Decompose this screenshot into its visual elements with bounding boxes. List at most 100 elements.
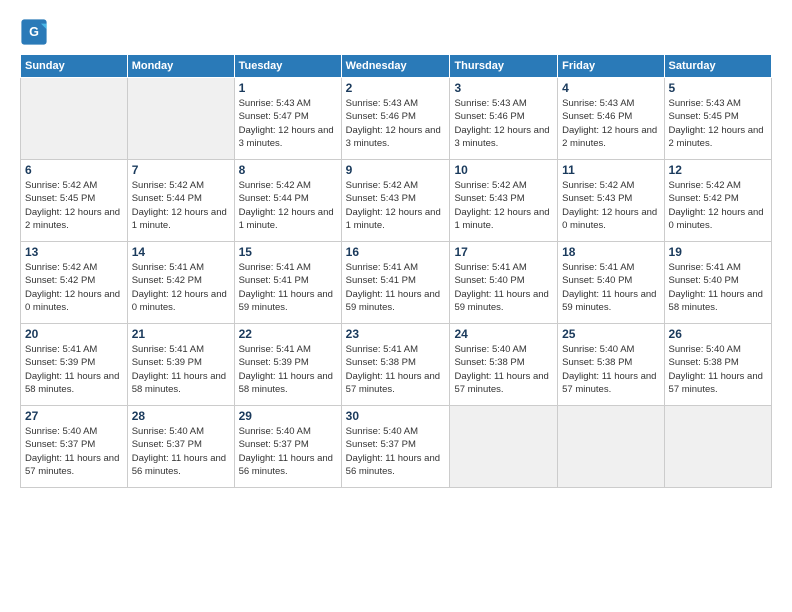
day-info: Sunrise: 5:43 AM Sunset: 5:46 PM Dayligh… — [562, 97, 659, 150]
day-info: Sunrise: 5:40 AM Sunset: 5:38 PM Dayligh… — [562, 343, 659, 396]
calendar-cell: 28Sunrise: 5:40 AM Sunset: 5:37 PM Dayli… — [127, 406, 234, 488]
day-info: Sunrise: 5:40 AM Sunset: 5:37 PM Dayligh… — [25, 425, 123, 478]
calendar-cell: 19 Sunrise: 5:41 AM Sunset: 5:40 PM Dayli… — [664, 242, 771, 324]
day-number: 19 — [669, 245, 767, 259]
weekday-header-sunday: Sunday — [21, 55, 128, 78]
day-number: 12 — [669, 163, 767, 177]
calendar-cell — [558, 406, 664, 488]
day-number: 26 — [669, 327, 767, 341]
day-info: Sunrise: 5:42 AM Sunset: 5:43 PM Dayligh… — [454, 179, 553, 232]
day-number: 24 — [454, 327, 553, 341]
day-number: 5 — [669, 81, 767, 95]
day-info: Sunrise: 5:42 AM Sunset: 5:44 PM Dayligh… — [132, 179, 230, 232]
day-number: 22 — [239, 327, 337, 341]
day-number: 4 — [562, 81, 659, 95]
day-number: 29 — [239, 409, 337, 423]
day-number: 30 — [346, 409, 446, 423]
day-info: Sunrise: 5:43 AM Sunset: 5:46 PM Dayligh… — [346, 97, 446, 150]
day-number: 8 — [239, 163, 337, 177]
day-info: Sunrise: 5:40 AM Sunset: 5:37 PM Dayligh… — [132, 425, 230, 478]
calendar-cell: 5 Sunrise: 5:43 AM Sunset: 5:45 PM Daylig… — [664, 78, 771, 160]
calendar-cell: 27 Sunrise: 5:40 AM Sunset: 5:37 PM Dayli… — [21, 406, 128, 488]
calendar-cell: 8 Sunrise: 5:42 AM Sunset: 5:44 PM Daylig… — [234, 160, 341, 242]
logo-icon: G — [20, 18, 48, 46]
calendar-cell: 17 Sunrise: 5:41 AM Sunset: 5:40 PM Dayli… — [450, 242, 558, 324]
calendar-cell: 24 Sunrise: 5:40 AM Sunset: 5:38 PM Dayli… — [450, 324, 558, 406]
calendar-cell: 16 Sunrise: 5:41 AM Sunset: 5:41 PM Dayli… — [341, 242, 450, 324]
calendar-week-1: 1 Sunrise: 5:43 AM Sunset: 5:47 PM Daylig… — [21, 78, 772, 160]
day-number: 18 — [562, 245, 659, 259]
day-info: Sunrise: 5:41 AM Sunset: 5:41 PM Dayligh… — [239, 261, 337, 314]
day-number: 20 — [25, 327, 123, 341]
day-number: 3 — [454, 81, 553, 95]
day-info: Sunrise: 5:43 AM Sunset: 5:45 PM Dayligh… — [669, 97, 767, 150]
day-info: Sunrise: 5:42 AM Sunset: 5:43 PM Dayligh… — [562, 179, 659, 232]
calendar-cell — [450, 406, 558, 488]
calendar-week-3: 13Sunrise: 5:42 AM Sunset: 5:42 PM Dayli… — [21, 242, 772, 324]
calendar-cell: 13Sunrise: 5:42 AM Sunset: 5:42 PM Dayli… — [21, 242, 128, 324]
day-number: 21 — [132, 327, 230, 341]
calendar-cell — [127, 78, 234, 160]
day-number: 17 — [454, 245, 553, 259]
weekday-header-monday: Monday — [127, 55, 234, 78]
calendar-cell: 25 Sunrise: 5:40 AM Sunset: 5:38 PM Dayli… — [558, 324, 664, 406]
day-info: Sunrise: 5:41 AM Sunset: 5:40 PM Dayligh… — [562, 261, 659, 314]
weekday-header-row: SundayMondayTuesdayWednesdayThursdayFrid… — [21, 55, 772, 78]
day-info: Sunrise: 5:40 AM Sunset: 5:38 PM Dayligh… — [669, 343, 767, 396]
svg-text:G: G — [29, 25, 39, 39]
day-number: 14 — [132, 245, 230, 259]
calendar: SundayMondayTuesdayWednesdayThursdayFrid… — [20, 54, 772, 488]
calendar-cell: 30 Sunrise: 5:40 AM Sunset: 5:37 PM Dayli… — [341, 406, 450, 488]
calendar-cell: 6 Sunrise: 5:42 AM Sunset: 5:45 PM Daylig… — [21, 160, 128, 242]
calendar-table: SundayMondayTuesdayWednesdayThursdayFrid… — [20, 54, 772, 488]
day-number: 27 — [25, 409, 123, 423]
calendar-cell: 10 Sunrise: 5:42 AM Sunset: 5:43 PM Dayli… — [450, 160, 558, 242]
weekday-header-thursday: Thursday — [450, 55, 558, 78]
calendar-cell: 18 Sunrise: 5:41 AM Sunset: 5:40 PM Dayli… — [558, 242, 664, 324]
day-info: Sunrise: 5:41 AM Sunset: 5:39 PM Dayligh… — [25, 343, 123, 396]
day-number: 10 — [454, 163, 553, 177]
calendar-cell: 20 Sunrise: 5:41 AM Sunset: 5:39 PM Dayli… — [21, 324, 128, 406]
day-info: Sunrise: 5:40 AM Sunset: 5:37 PM Dayligh… — [239, 425, 337, 478]
calendar-cell: 14Sunrise: 5:41 AM Sunset: 5:42 PM Dayli… — [127, 242, 234, 324]
day-info: Sunrise: 5:42 AM Sunset: 5:45 PM Dayligh… — [25, 179, 123, 232]
calendar-cell: 21Sunrise: 5:41 AM Sunset: 5:39 PM Dayli… — [127, 324, 234, 406]
day-info: Sunrise: 5:43 AM Sunset: 5:46 PM Dayligh… — [454, 97, 553, 150]
day-info: Sunrise: 5:42 AM Sunset: 5:42 PM Dayligh… — [669, 179, 767, 232]
calendar-cell — [21, 78, 128, 160]
day-info: Sunrise: 5:40 AM Sunset: 5:38 PM Dayligh… — [454, 343, 553, 396]
day-number: 1 — [239, 81, 337, 95]
day-info: Sunrise: 5:41 AM Sunset: 5:40 PM Dayligh… — [669, 261, 767, 314]
day-number: 7 — [132, 163, 230, 177]
day-number: 25 — [562, 327, 659, 341]
day-info: Sunrise: 5:41 AM Sunset: 5:40 PM Dayligh… — [454, 261, 553, 314]
day-number: 2 — [346, 81, 446, 95]
calendar-cell: 26 Sunrise: 5:40 AM Sunset: 5:38 PM Dayli… — [664, 324, 771, 406]
calendar-body: 1 Sunrise: 5:43 AM Sunset: 5:47 PM Daylig… — [21, 78, 772, 488]
day-number: 13 — [25, 245, 123, 259]
day-number: 16 — [346, 245, 446, 259]
day-info: Sunrise: 5:42 AM Sunset: 5:44 PM Dayligh… — [239, 179, 337, 232]
day-info: Sunrise: 5:41 AM Sunset: 5:41 PM Dayligh… — [346, 261, 446, 314]
calendar-cell: 1 Sunrise: 5:43 AM Sunset: 5:47 PM Daylig… — [234, 78, 341, 160]
calendar-cell: 22Sunrise: 5:41 AM Sunset: 5:39 PM Dayli… — [234, 324, 341, 406]
weekday-header-wednesday: Wednesday — [341, 55, 450, 78]
day-number: 9 — [346, 163, 446, 177]
day-info: Sunrise: 5:40 AM Sunset: 5:37 PM Dayligh… — [346, 425, 446, 478]
day-number: 15 — [239, 245, 337, 259]
logo: G — [20, 18, 50, 46]
calendar-cell: 12 Sunrise: 5:42 AM Sunset: 5:42 PM Dayli… — [664, 160, 771, 242]
calendar-week-4: 20 Sunrise: 5:41 AM Sunset: 5:39 PM Dayli… — [21, 324, 772, 406]
day-info: Sunrise: 5:43 AM Sunset: 5:47 PM Dayligh… — [239, 97, 337, 150]
weekday-header-friday: Friday — [558, 55, 664, 78]
calendar-cell: 9Sunrise: 5:42 AM Sunset: 5:43 PM Daylig… — [341, 160, 450, 242]
calendar-cell: 7 Sunrise: 5:42 AM Sunset: 5:44 PM Daylig… — [127, 160, 234, 242]
calendar-cell: 3 Sunrise: 5:43 AM Sunset: 5:46 PM Daylig… — [450, 78, 558, 160]
day-number: 6 — [25, 163, 123, 177]
weekday-header-saturday: Saturday — [664, 55, 771, 78]
calendar-cell — [664, 406, 771, 488]
page: G SundayMondayTuesdayWednesdayThursdayFr… — [0, 0, 792, 498]
calendar-week-2: 6 Sunrise: 5:42 AM Sunset: 5:45 PM Daylig… — [21, 160, 772, 242]
calendar-cell: 23Sunrise: 5:41 AM Sunset: 5:38 PM Dayli… — [341, 324, 450, 406]
calendar-cell: 29 Sunrise: 5:40 AM Sunset: 5:37 PM Dayli… — [234, 406, 341, 488]
